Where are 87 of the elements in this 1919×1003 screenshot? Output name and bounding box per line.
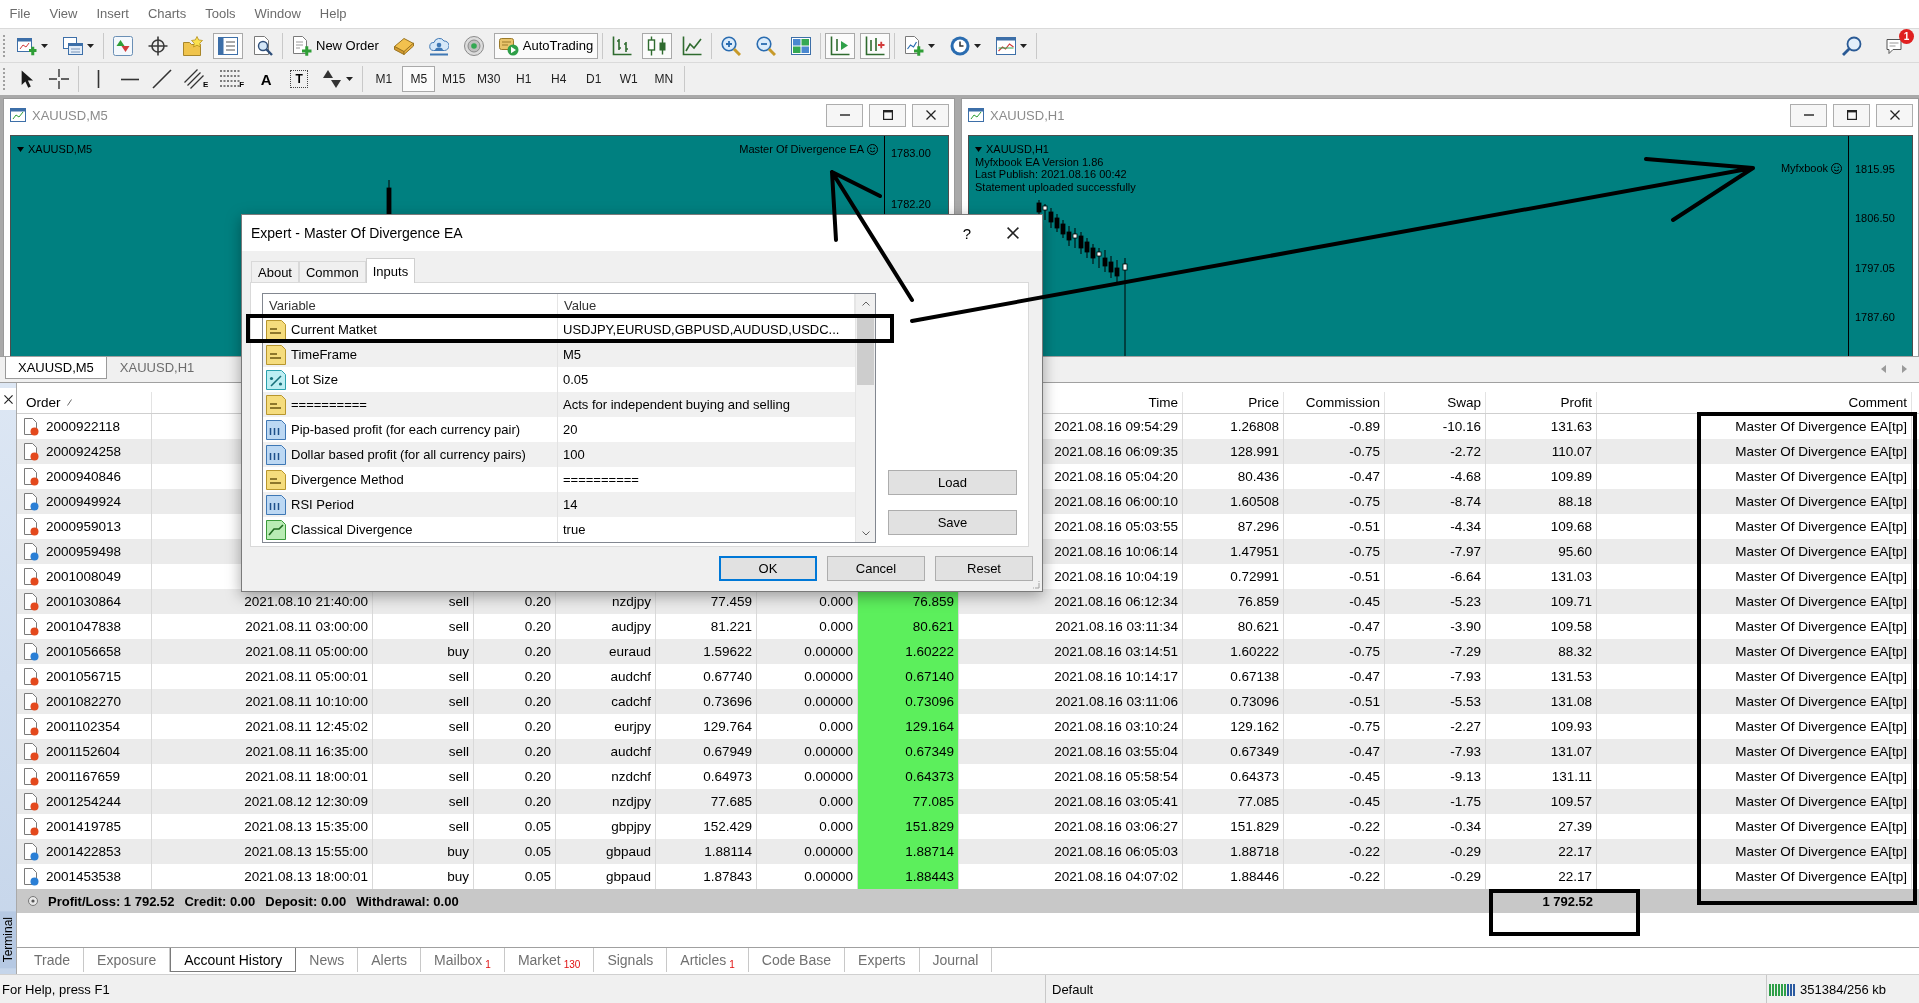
input-name: Divergence Method: [291, 472, 404, 487]
price-label: 1783.00: [891, 147, 931, 159]
input-name: Current Matket: [291, 322, 377, 337]
order-number: 2001030864: [46, 593, 122, 611]
order-number: 2001102354: [46, 718, 121, 736]
input-name: Pip-based profit (for each currency pair): [291, 422, 521, 437]
table-cell: 0.73096: [858, 689, 959, 714]
table-cell: 151.829: [858, 814, 959, 839]
order-number: 2000949924: [46, 493, 122, 511]
chart-info-text: Statement uploaded successfully: [975, 180, 1136, 193]
unread-count: 130: [563, 959, 581, 970]
table-cell: 77.085: [858, 789, 959, 814]
input-name: ==========: [291, 397, 367, 412]
notification-count: 1: [1899, 28, 1914, 44]
order-number: 2000924258: [46, 443, 122, 461]
traffic-text: 351384/256 kb: [1800, 981, 1887, 997]
window-title: XAUUSD,H1: [990, 107, 1066, 123]
table-cell: 129.164: [858, 714, 959, 739]
input-name: Lot Size: [291, 372, 338, 387]
order-number: 2000959013: [46, 518, 122, 536]
table-cell: 2021.08.16 06:05:03: [1054, 844, 1178, 859]
input-name: RSI Period: [291, 497, 354, 512]
order-number: 2001056658: [46, 643, 122, 661]
expert-name: Myfxbook: [1780, 161, 1828, 175]
status-text: For Help, press F1: [2, 981, 110, 997]
table-cell: 1.88443: [858, 864, 959, 889]
input-name: Classical Divergence: [291, 522, 413, 537]
table-cell: 0.67349: [858, 739, 959, 764]
table-cell: 1.88714: [858, 839, 959, 864]
order-number: 2001422853: [46, 843, 122, 861]
summary-text: Deposit: 0.00: [265, 893, 347, 909]
price-label: 1806.50: [1855, 212, 1895, 225]
unread-count: 1: [485, 959, 491, 970]
table-cell: 2021.08.16 06:09:35: [1054, 444, 1178, 459]
summary-text: Withdrawal: 0.00: [356, 893, 459, 909]
expert-name: Master Of Divergence EA: [739, 143, 864, 156]
order-number: 2001167659: [46, 768, 121, 786]
panel-title: Terminal: [0, 910, 16, 968]
price-label: 1787.60: [1855, 310, 1895, 323]
table-cell: 2021.08.16 05:58:54: [1054, 769, 1178, 784]
unread-count: 1: [729, 959, 735, 970]
summary-text: Profit/Loss: 1 792.52: [48, 893, 175, 909]
table-cell: 2021.08.16 09:54:29: [1054, 419, 1178, 434]
price-label: 1797.05: [1855, 261, 1895, 274]
chart-symbol: XAUUSD,H1: [986, 143, 1049, 156]
order-number: 2001254244: [46, 793, 122, 811]
table-cell: 80.621: [858, 614, 959, 639]
order-number: 2001152604: [46, 743, 121, 761]
order-number: 2001419785: [46, 818, 122, 836]
order-number: 2001056715: [46, 668, 122, 686]
table-cell: 2021.08.16 05:03:55: [1054, 519, 1178, 534]
table-cell: 1.60222: [858, 639, 959, 664]
table-cell: 0.67140: [858, 664, 959, 689]
total-profit: 1 792.52: [1541, 893, 1594, 909]
table-cell: 2021.08.16 05:04:20: [1054, 469, 1178, 484]
price-label: 1815.95: [1855, 163, 1895, 175]
table-cell: 2021.08.16 03:14:51: [1054, 644, 1178, 659]
table-cell: 2021.08.16 03:55:04: [1054, 744, 1178, 759]
order-number: 2001047838: [46, 618, 122, 636]
chart-info-text: Myfxbook EA Version 1.86: [975, 155, 1105, 168]
order-number: 2001453538: [46, 868, 122, 886]
table-cell: 2021.08.16 03:11:34: [1055, 619, 1178, 634]
table-cell: 2021.08.16 03:05:41: [1054, 794, 1178, 809]
table-cell: 2021.08.16 06:00:10: [1054, 494, 1178, 509]
table-cell: 0.64373: [858, 764, 959, 789]
window-title: XAUUSD,M5: [32, 107, 109, 123]
table-cell: 2021.08.16 10:04:19: [1054, 569, 1178, 584]
profile-name: Default: [1052, 981, 1094, 997]
table-cell: 2021.08.16 04:07:02: [1054, 869, 1178, 884]
order-number: 2000922118: [46, 418, 121, 436]
table-cell: 2021.08.16 03:11:06: [1055, 694, 1178, 709]
table-cell: 2021.08.16 10:14:17: [1054, 669, 1178, 684]
chart-symbol: XAUUSD,M5: [28, 143, 93, 156]
table-cell: 2021.08.16 06:12:34: [1054, 594, 1178, 609]
order-number: 2001008049: [46, 568, 122, 586]
table-cell: 2021.08.16 03:06:27: [1054, 819, 1178, 834]
order-number: 2000959498: [46, 543, 122, 561]
input-name: TimeFrame: [291, 347, 357, 362]
summary-text: Credit: 0.00: [184, 893, 256, 909]
chart-info-text: Last Publish: 2021.08.16 00:42: [975, 168, 1128, 181]
price-label: 1782.20: [891, 198, 931, 210]
table-cell: 2021.08.16 10:06:14: [1054, 544, 1178, 559]
order-number: 2000940846: [46, 468, 122, 486]
table-cell: 2021.08.16 03:10:24: [1054, 719, 1178, 734]
order-number: 2001082270: [46, 693, 122, 711]
dialog-title: Expert - Master Of Divergence EA: [251, 225, 464, 241]
input-name: Dollar based profit (for all currency pairs): [291, 447, 526, 462]
